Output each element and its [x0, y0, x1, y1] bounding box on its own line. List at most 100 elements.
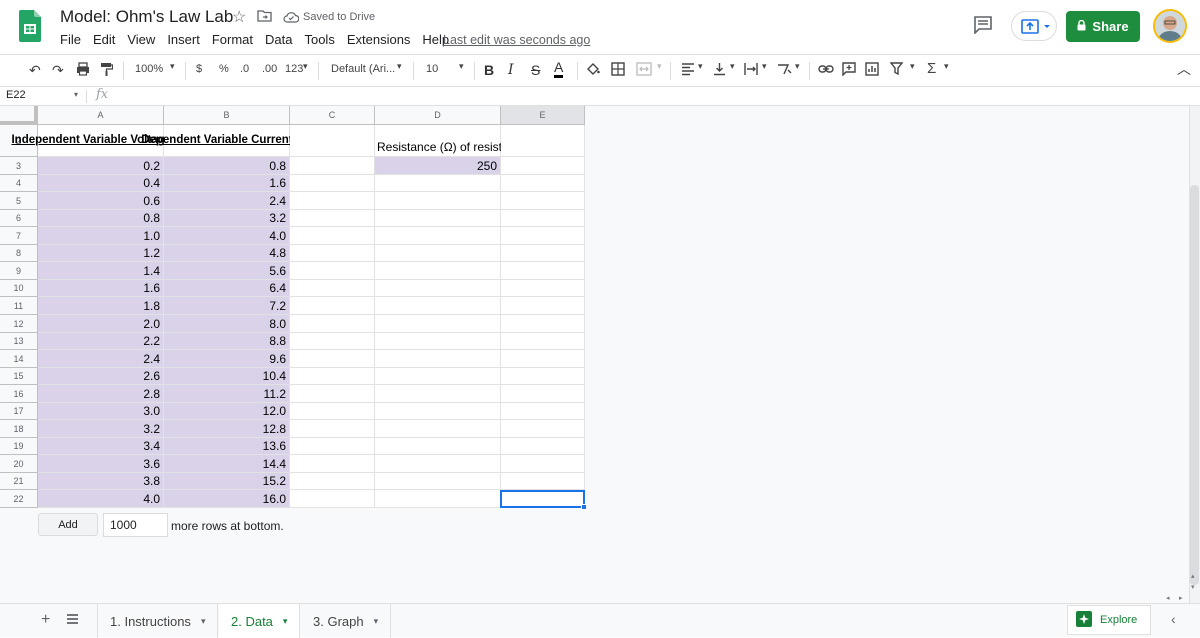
cell-b19[interactable]: 13.6 — [164, 438, 290, 455]
cell-c4[interactable] — [290, 175, 375, 192]
last-edit-link[interactable]: Last edit was seconds ago — [443, 33, 590, 47]
row-header[interactable]: 12 — [0, 315, 38, 333]
cell-b6[interactable]: 3.2 — [164, 210, 290, 227]
row-header[interactable]: 13 — [0, 333, 38, 350]
cell-c14[interactable] — [290, 350, 375, 368]
cell-c2[interactable] — [290, 125, 375, 157]
cell-b2[interactable]: Dependent Variable Current (A) — [141, 125, 312, 157]
more-formats-button[interactable]: 123 — [285, 63, 303, 75]
cell-b16[interactable]: 11.2 — [164, 385, 290, 403]
cell-c16[interactable] — [290, 385, 375, 403]
cell-a10[interactable]: 1.6 — [38, 280, 164, 297]
font-size-select[interactable]: 10 — [426, 63, 438, 75]
select-all-corner[interactable] — [0, 106, 38, 125]
row-header[interactable]: 4 — [0, 175, 38, 192]
cell-e3[interactable] — [501, 157, 585, 175]
name-box[interactable]: E22 — [6, 89, 26, 101]
cell-e12[interactable] — [501, 315, 585, 333]
cell-b4[interactable]: 1.6 — [164, 175, 290, 192]
cell-e9[interactable] — [501, 262, 585, 280]
add-rows-button[interactable]: Add — [38, 513, 98, 536]
fill-handle[interactable] — [581, 504, 587, 510]
filter-icon[interactable] — [889, 62, 904, 79]
sheets-logo-icon[interactable] — [19, 10, 41, 42]
formula-input[interactable] — [122, 88, 1192, 105]
cell-e11[interactable] — [501, 297, 585, 315]
cell-d4[interactable] — [375, 175, 501, 192]
zoom-select[interactable]: 100% — [135, 63, 163, 75]
cell-e4[interactable] — [501, 175, 585, 192]
cell-e13[interactable] — [501, 333, 585, 350]
row-header[interactable]: 19 — [0, 438, 38, 455]
cell-a17[interactable]: 3.0 — [38, 403, 164, 420]
cell-b15[interactable]: 10.4 — [164, 368, 290, 385]
cell-c11[interactable] — [290, 297, 375, 315]
more-formats-dropdown-icon[interactable]: ▾ — [303, 61, 308, 72]
cell-a6[interactable]: 0.8 — [38, 210, 164, 227]
cell-e8[interactable] — [501, 245, 585, 262]
scroll-right-icon[interactable]: ▸ — [1179, 594, 1183, 602]
sheet-tab-instructions[interactable]: 1. Instructions ▾ — [97, 604, 219, 638]
sheet-tab-data[interactable]: 2. Data ▾ — [219, 604, 301, 638]
cell-b9[interactable]: 5.6 — [164, 262, 290, 280]
column-header-a[interactable]: A — [38, 106, 164, 125]
cell-a7[interactable]: 1.0 — [38, 227, 164, 245]
cell-d16[interactable] — [375, 385, 501, 403]
cell-c15[interactable] — [290, 368, 375, 385]
cell-b12[interactable]: 8.0 — [164, 315, 290, 333]
row-header[interactable]: 22 — [0, 490, 38, 508]
currency-format-button[interactable]: $ — [196, 63, 202, 75]
row-header[interactable]: 8 — [0, 245, 38, 262]
cell-b21[interactable]: 15.2 — [164, 473, 290, 490]
cell-c19[interactable] — [290, 438, 375, 455]
cell-c8[interactable] — [290, 245, 375, 262]
cell-d6[interactable] — [375, 210, 501, 227]
cell-a18[interactable]: 3.2 — [38, 420, 164, 438]
cell-d13[interactable] — [375, 333, 501, 350]
cell-c12[interactable] — [290, 315, 375, 333]
cell-b3[interactable]: 0.8 — [164, 157, 290, 175]
cell-d8[interactable] — [375, 245, 501, 262]
align-dropdown-icon[interactable]: ▾ — [698, 61, 703, 72]
redo-icon[interactable]: ↷ — [52, 62, 64, 79]
insert-link-icon[interactable] — [818, 62, 834, 79]
column-header-c[interactable]: C — [290, 106, 375, 125]
column-header-d[interactable]: D — [375, 106, 501, 125]
decrease-decimal-button[interactable]: .0 — [240, 63, 249, 75]
row-header[interactable]: 16 — [0, 385, 38, 403]
row-header[interactable]: 9 — [0, 262, 38, 280]
functions-dropdown-icon[interactable]: ▾ — [944, 61, 949, 72]
cell-b13[interactable]: 8.8 — [164, 333, 290, 350]
name-box-dropdown-icon[interactable]: ▾ — [74, 90, 78, 99]
tab-dropdown-icon[interactable]: ▾ — [374, 616, 379, 627]
row-header[interactable]: 10 — [0, 280, 38, 297]
scroll-up-icon[interactable]: ▴ — [1191, 572, 1195, 580]
cell-c20[interactable] — [290, 455, 375, 473]
cell-b11[interactable]: 7.2 — [164, 297, 290, 315]
cell-d22[interactable] — [375, 490, 501, 508]
cell-c5[interactable] — [290, 192, 375, 210]
wrap-dropdown-icon[interactable]: ▾ — [762, 61, 767, 72]
cell-d2[interactable]: Resistance (Ω) of resistor — [375, 125, 513, 157]
cell-b18[interactable]: 12.8 — [164, 420, 290, 438]
cell-a5[interactable]: 0.6 — [38, 192, 164, 210]
cell-d7[interactable] — [375, 227, 501, 245]
font-family-select[interactable]: Default (Ari... — [331, 63, 395, 75]
cell-b22[interactable]: 16.0 — [164, 490, 290, 508]
cell-a12[interactable]: 2.0 — [38, 315, 164, 333]
cell-e16[interactable] — [501, 385, 585, 403]
cell-d12[interactable] — [375, 315, 501, 333]
cell-e6[interactable] — [501, 210, 585, 227]
cell-d10[interactable] — [375, 280, 501, 297]
cell-d5[interactable] — [375, 192, 501, 210]
row-header[interactable]: 15 — [0, 368, 38, 385]
collapse-toolbar-icon[interactable]: ︿ — [1177, 59, 1191, 79]
move-to-folder-icon[interactable] — [257, 9, 272, 27]
bold-button[interactable]: B — [484, 62, 494, 78]
vertical-scrollbar-thumb[interactable] — [1190, 185, 1199, 585]
cell-a20[interactable]: 3.6 — [38, 455, 164, 473]
scroll-left-icon[interactable]: ◂ — [1166, 594, 1170, 602]
cell-a15[interactable]: 2.6 — [38, 368, 164, 385]
document-title[interactable]: Model: Ohm's Law Lab — [60, 7, 233, 27]
cell-b10[interactable]: 6.4 — [164, 280, 290, 297]
